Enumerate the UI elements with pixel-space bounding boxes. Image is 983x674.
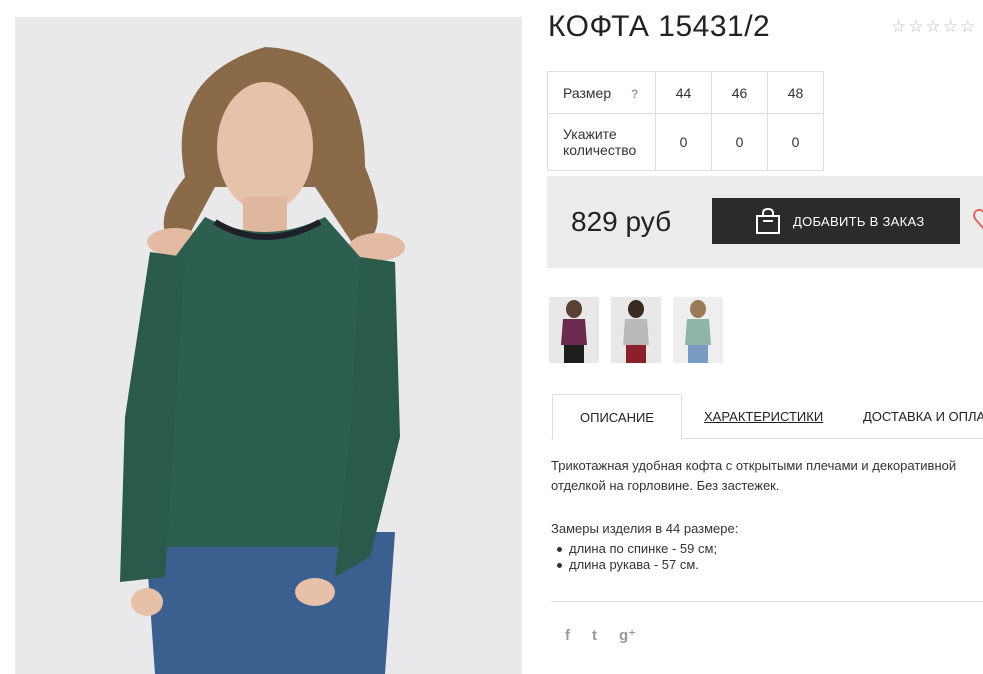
google-plus-icon[interactable]: g⁺ <box>619 626 636 644</box>
star-icon[interactable]: ☆ <box>943 18 958 35</box>
star-icon[interactable]: ☆ <box>960 18 975 35</box>
price-bar: 829 руб ДОБАВИТЬ В ЗАКАЗ <box>547 176 983 268</box>
add-to-order-button[interactable]: ДОБАВИТЬ В ЗАКАЗ <box>712 198 960 244</box>
price: 829 руб <box>571 206 672 237</box>
size-option: 44 <box>655 71 712 114</box>
divider <box>551 601 983 602</box>
size-option: 46 <box>711 71 768 114</box>
quantity-input[interactable]: 0 <box>711 113 768 171</box>
thumbnail-purple[interactable] <box>549 297 599 363</box>
thumbnail-grey[interactable] <box>611 297 661 363</box>
description-text: Трикотажная удобная кофта с открытыми пл… <box>551 458 957 493</box>
twitter-icon[interactable]: t <box>592 627 597 644</box>
star-icon[interactable]: ☆ <box>891 18 906 35</box>
product-title: КОФТА 15431/2 <box>548 10 771 43</box>
size-table: Размер ? 44 46 48 Укажите количество 0 0… <box>547 71 824 171</box>
product-main-image[interactable] <box>15 17 522 674</box>
measurements-title: Замеры изделия в 44 размере: <box>551 521 739 536</box>
social-share: f t g⁺ <box>565 626 636 645</box>
thumbnail-list <box>549 297 723 363</box>
thumbnail-mint[interactable] <box>673 297 723 363</box>
size-option: 48 <box>767 71 824 114</box>
facebook-icon[interactable]: f <box>565 627 570 644</box>
list-item: длина по спинке - 59 см; <box>551 541 717 557</box>
heart-icon[interactable] <box>973 206 983 237</box>
shopping-bag-icon <box>755 207 781 235</box>
quantity-input[interactable]: 0 <box>767 113 824 171</box>
quantity-label: Укажите количество <box>547 113 656 171</box>
star-icon[interactable]: ☆ <box>908 18 923 35</box>
measurements-list: длина по спинке - 59 см; длина рукава - … <box>551 541 717 573</box>
rating-stars[interactable]: ☆ ☆ ☆ ☆ ☆ <box>891 18 975 35</box>
tab-description[interactable]: ОПИСАНИЕ <box>552 394 682 440</box>
help-icon[interactable]: ? <box>631 87 638 101</box>
tab-characteristics[interactable]: ХАРАКТЕРИСТИКИ <box>704 394 823 438</box>
size-label: Размер <box>563 84 612 101</box>
product-tabs: ОПИСАНИЕ ХАРАКТЕРИСТИКИ ДОСТАВКА И ОПЛАТ… <box>551 394 983 440</box>
list-item: длина рукава - 57 см. <box>551 557 717 573</box>
quantity-input[interactable]: 0 <box>655 113 712 171</box>
tab-delivery-payment[interactable]: ДОСТАВКА И ОПЛАТА <box>863 394 983 438</box>
size-label-cell: Размер ? <box>547 71 656 114</box>
star-icon[interactable]: ☆ <box>926 18 941 35</box>
add-to-order-label: ДОБАВИТЬ В ЗАКАЗ <box>793 213 925 229</box>
